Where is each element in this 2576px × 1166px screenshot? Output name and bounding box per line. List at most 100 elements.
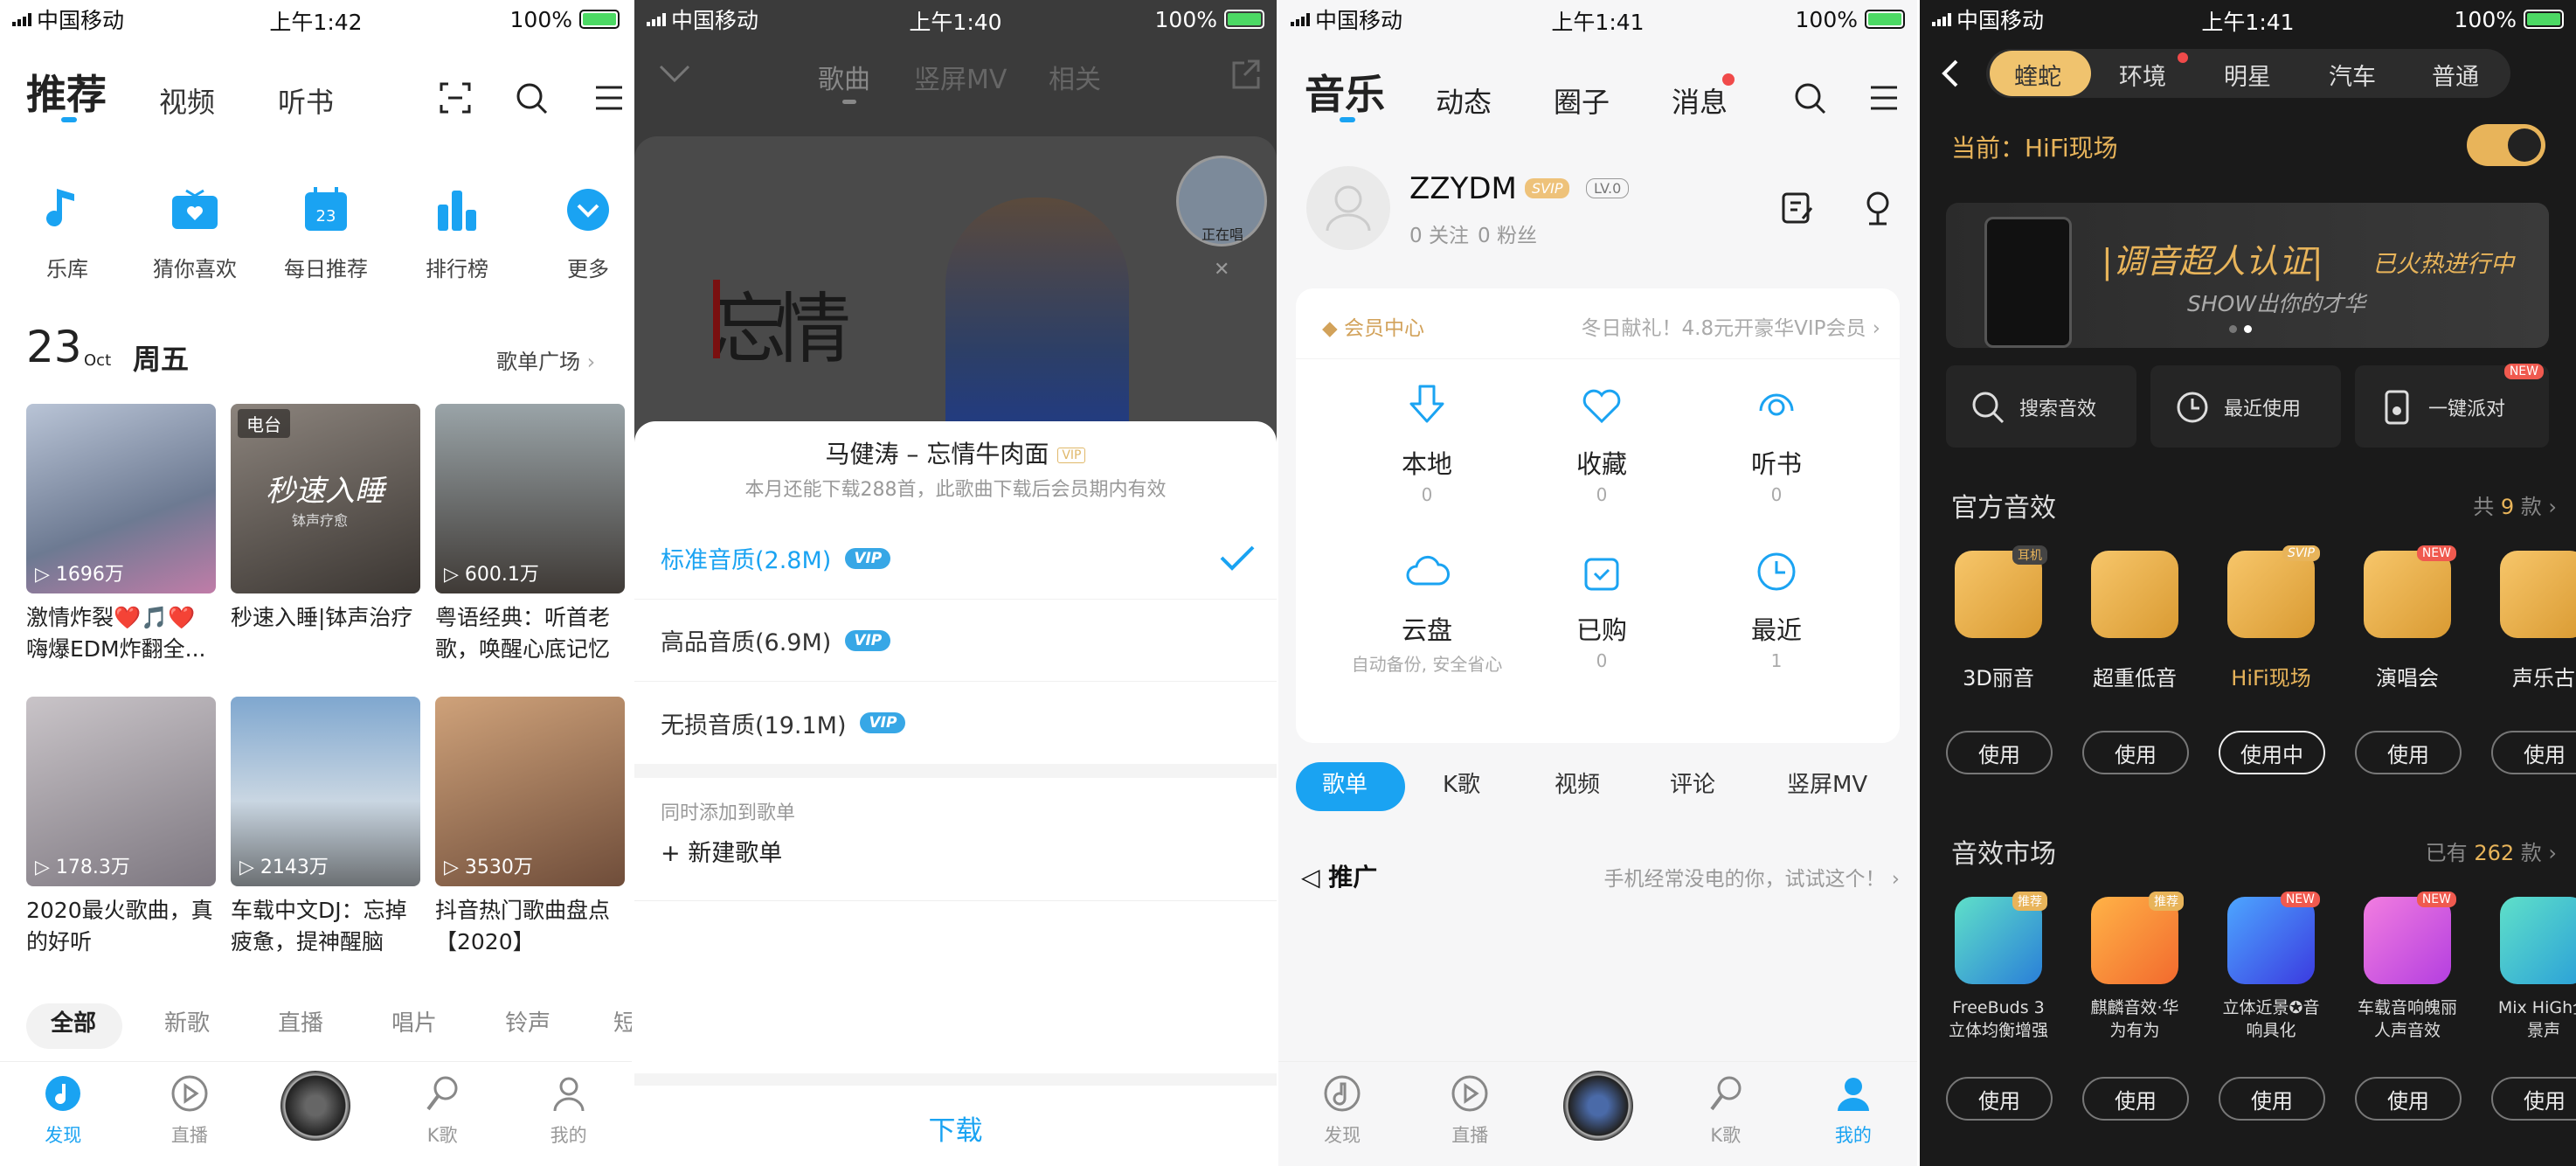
quality-option-high[interactable]: 高品音质(6.9M) VIP [634,600,1277,682]
grid-local[interactable]: 本地 0 [1340,383,1514,505]
playlist-card[interactable]: ▷ 2143万 车载中文DJ：忘掉疲惫，提神醒脑 [231,697,420,958]
quality-option-standard[interactable]: 标准音质(2.8M) VIP [634,517,1277,600]
market-item[interactable]: Mix HiGh全景声 [2491,897,2576,1042]
close-icon[interactable]: ✕ [1214,259,1229,281]
follow-count[interactable]: 0 关注 [1409,219,1469,248]
nav-player[interactable] [253,1062,379,1166]
tab-viper[interactable]: 蝰蛇 [2014,58,2061,92]
filter-ringtone[interactable]: 铃声 [505,1005,551,1038]
vip-center-link[interactable]: ◆ 会员中心 [1322,311,1424,341]
now-singing-avatar[interactable]: 正在唱 [1176,156,1267,246]
tab-messages[interactable]: 消息 [1672,80,1728,121]
tab-music[interactable]: 音乐 [1305,63,1385,121]
quick-daily[interactable]: 23 每日推荐 [278,184,374,282]
nav-discover[interactable]: 发现 [0,1062,127,1166]
tool-recent[interactable]: 最近使用 [2150,365,2341,448]
promo-banner[interactable]: |调音超人认证| 已火热进行中 SHOW出你的才华 [1946,203,2549,348]
filter-all[interactable]: 全部 [51,1005,96,1038]
grid-cloud[interactable]: 云盘 自动备份, 安全省心 [1340,549,1514,676]
quick-charts[interactable]: 排行榜 [409,184,505,282]
search-icon[interactable] [1794,82,1827,115]
menu-icon[interactable] [594,84,624,112]
playlist-card[interactable]: ▷ 178.3万 2020最火歌曲，真的好听 [26,697,216,958]
fans-count[interactable]: 0 粉丝 [1478,219,1537,248]
avatar[interactable] [1306,166,1390,250]
quick-more[interactable]: 更多 [540,184,632,282]
back-icon[interactable] [1939,58,1960,89]
market-item[interactable]: 推荐 FreeBuds 3立体均衡增强 [1946,892,2051,1042]
sfx-vocal[interactable]: 声乐古 [2491,551,2576,691]
nav-player[interactable] [1534,1062,1661,1166]
chip-karaoke[interactable]: K歌 [1443,767,1480,799]
edit-profile-icon[interactable] [1780,191,1815,226]
nav-karaoke[interactable]: K歌 [1662,1062,1790,1166]
market-item[interactable]: NEW 立体近景✪音响具化 [2219,892,2323,1042]
market-item[interactable]: NEW 车载音响魄丽人声音效 [2355,892,2460,1042]
chip-video[interactable]: 视频 [1555,767,1600,799]
download-button[interactable]: 下载 [634,1108,1277,1148]
tab-video[interactable]: 视频 [159,80,215,121]
use-button[interactable]: 使用 [2219,1077,2325,1121]
chevron-down-icon[interactable] [657,63,692,84]
microphone-badge-icon[interactable] [1860,189,1895,227]
market-count[interactable]: 已有 262 款 › [2426,836,2557,866]
grid-audiobook[interactable]: 听书 0 [1689,383,1864,505]
market-item[interactable]: 推荐 麒麟音效·华为有为 [2082,892,2187,1042]
sfx-bass[interactable]: 超重低音 [2082,551,2187,691]
search-icon[interactable] [516,82,549,115]
sfx-concert[interactable]: NEW 演唱会 [2355,545,2460,691]
grid-favorites[interactable]: 收藏 0 [1514,383,1689,505]
grid-recent[interactable]: 最近 1 [1689,549,1864,671]
nav-mine[interactable]: 我的 [1790,1062,1917,1166]
use-button[interactable]: 使用 [2491,731,2576,774]
use-button[interactable]: 使用 [2082,731,2189,774]
tool-party[interactable]: 一键派对 NEW [2355,364,2549,448]
use-button[interactable]: 使用 [1946,1077,2053,1121]
sfx-hifi[interactable]: SVIP HiFi现场 [2219,545,2323,691]
tab-song[interactable]: 歌曲 [818,58,870,96]
vip-promo[interactable]: 冬日献礼！4.8元开豪华VIP会员 › [1582,311,1880,341]
quick-guess-like[interactable]: 猜你喜欢 [147,184,243,282]
tab-vertical-mv[interactable]: 竖屏MV [914,58,1007,96]
nav-karaoke[interactable]: K歌 [379,1062,506,1166]
filter-new[interactable]: 新歌 [164,1005,210,1038]
use-button[interactable]: 使用 [2355,1077,2462,1121]
tab-car[interactable]: 汽车 [2329,58,2376,92]
promo-link[interactable]: 手机经常没电的你，试试这个！ › [1603,862,1900,892]
playlist-square-link[interactable]: 歌单广场 › [496,344,595,375]
tab-normal[interactable]: 普通 [2432,58,2479,92]
tab-environment[interactable]: 环境 [2119,58,2166,92]
chip-playlist[interactable]: 歌单 [1322,767,1368,799]
playlist-card[interactable]: ▷ 1696万 激情炸裂❤️🎵❤️嗨爆EDM炸翻全... [26,404,216,665]
tab-recommend[interactable]: 推荐 [26,63,107,121]
playlist-card[interactable]: ▷ 3530万 抖音热门歌曲盘点【2020】 [435,697,625,958]
nav-mine[interactable]: 我的 [505,1062,632,1166]
playlist-card[interactable]: ▷ 600.1万 粤语经典：听首老歌，唤醒心底记忆 [435,404,625,665]
use-button[interactable]: 使用 [1946,731,2053,774]
tab-audiobook[interactable]: 听书 [278,80,334,121]
nav-live[interactable]: 直播 [127,1062,253,1166]
official-count[interactable]: 共 9 款 › [2473,489,2557,520]
grid-purchased[interactable]: 已购 0 [1514,549,1689,671]
share-icon[interactable] [1229,58,1262,91]
filter-album[interactable]: 唱片 [391,1005,437,1038]
filter-live[interactable]: 直播 [278,1005,323,1038]
quick-library[interactable]: 乐库 [19,184,115,282]
chip-comments[interactable]: 评论 [1670,767,1715,799]
playlist-card[interactable]: 电台 秒速入睡 钵声疗愈 秒速入睡|钵声治疗 [231,404,420,665]
nav-discover[interactable]: 发现 [1278,1062,1406,1166]
quality-option-lossless[interactable]: 无损音质(19.1M) VIP [634,682,1277,764]
in-use-button[interactable]: 使用中 [2219,731,2325,774]
menu-icon[interactable] [1869,84,1899,112]
scan-icon[interactable] [440,82,471,114]
chip-vertical-mv[interactable]: 竖屏MV [1787,767,1867,799]
new-playlist-button[interactable]: + 新建歌单 [661,834,782,868]
filter-short[interactable]: 短 [613,1005,632,1038]
tab-feed[interactable]: 动态 [1436,80,1492,121]
use-button[interactable]: 使用 [2491,1077,2576,1121]
use-button[interactable]: 使用 [2355,731,2462,774]
use-button[interactable]: 使用 [2082,1077,2189,1121]
effect-toggle[interactable] [2467,124,2545,166]
tab-star[interactable]: 明星 [2224,58,2271,92]
sfx-3d[interactable]: 耳机 3D丽音 [1946,545,2051,691]
